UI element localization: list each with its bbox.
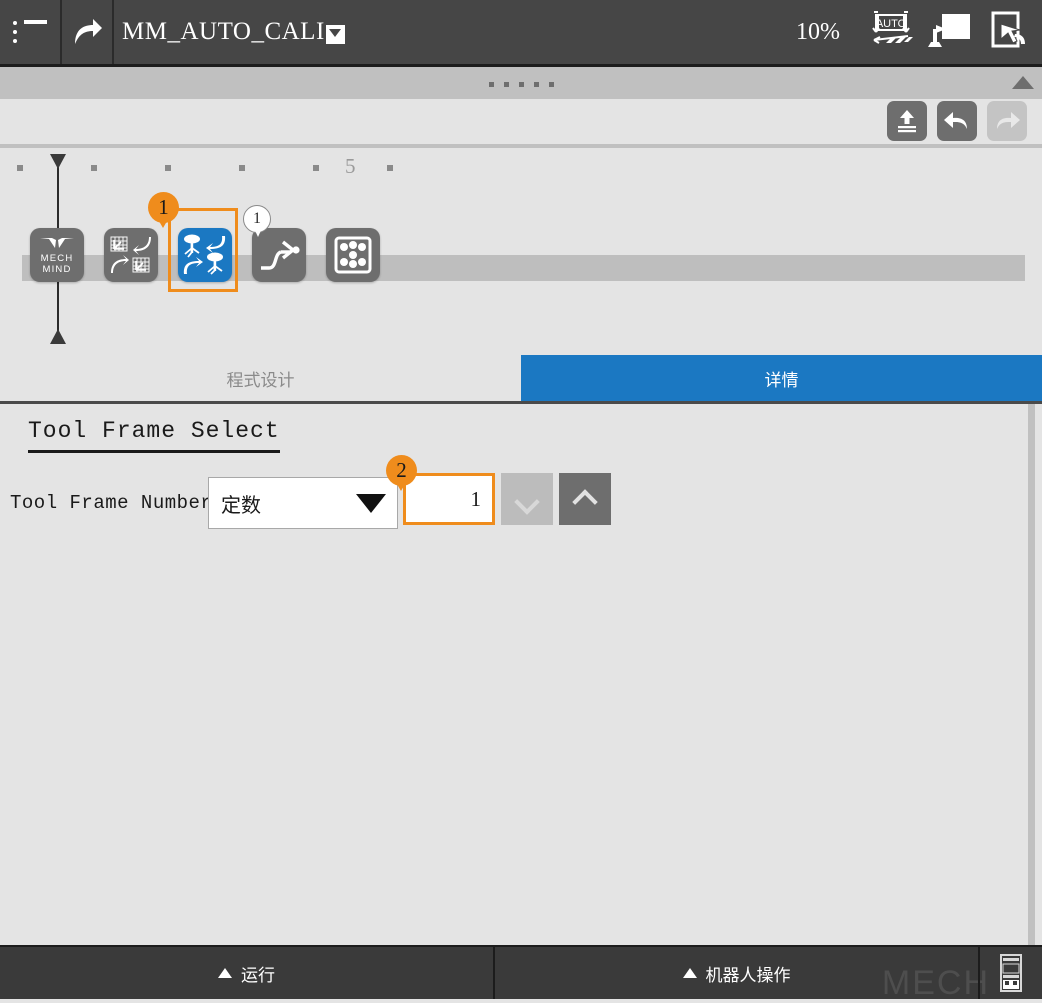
jog-panel-icon	[1000, 954, 1022, 992]
playhead-bottom-arrow-icon	[50, 329, 66, 344]
bottom-bar: MECH 运行 机器人操作	[0, 945, 1042, 1002]
playhead-top-arrow-icon	[50, 154, 66, 169]
panel-drag-handle[interactable]	[0, 64, 1042, 102]
chevron-down-icon	[515, 487, 539, 511]
ruler-tick	[17, 165, 23, 171]
tool-frame-number-input[interactable]: 1	[403, 473, 495, 525]
node-count-badge[interactable]: 1	[243, 205, 271, 237]
ruler-tick	[239, 165, 245, 171]
teach-pendant-button[interactable]	[920, 0, 978, 64]
hamburger-menu-icon	[13, 20, 47, 44]
teach-pendant-icon	[928, 14, 970, 47]
program-title: MM_AUTO_CALI	[122, 18, 325, 45]
annotation-badge-1: 1	[148, 192, 179, 228]
expand-up-arrow-icon	[218, 968, 232, 978]
top-bar: MM_AUTO_CALI 10% AUTO	[0, 0, 1042, 64]
speed-percent[interactable]: 10%	[796, 19, 840, 46]
jog-panel-button[interactable]	[980, 947, 1042, 999]
touch-screen-button[interactable]	[978, 0, 1036, 64]
edit-toolbar	[0, 99, 1042, 148]
auto-mode-icon: AUTO	[872, 11, 913, 44]
drag-dots-handle	[488, 82, 554, 87]
tool-frame-number-label: Tool Frame Number:	[10, 492, 225, 514]
mech-mind-label: MECH MIND	[40, 252, 74, 275]
teach-pendant-screen: MM_AUTO_CALI 10% AUTO 5 MECH MIND 1 1 程式…	[0, 0, 1042, 1002]
touch-screen-icon	[991, 11, 1025, 48]
ruler-tick	[165, 165, 171, 171]
stepper-decrement-button[interactable]	[501, 473, 553, 525]
dropdown-selected-value: 定数	[221, 494, 261, 517]
upload-icon	[898, 110, 916, 133]
auto-mode-button[interactable]: AUTO	[862, 0, 920, 64]
caret-down-icon[interactable]	[325, 24, 345, 44]
redo-icon	[997, 112, 1020, 129]
detail-tabs: 程式设计 详情	[0, 355, 1042, 404]
tab-details[interactable]: 详情	[521, 355, 1042, 401]
robot-operation-label: 机器人操作	[705, 965, 791, 985]
program-node-mech-mind[interactable]: MECH MIND	[30, 228, 84, 282]
share-arrow-icon	[75, 19, 102, 44]
upload-button[interactable]	[887, 101, 927, 141]
chevron-up-icon	[573, 487, 597, 511]
ruler-tick	[387, 165, 393, 171]
run-button[interactable]: 运行	[0, 947, 495, 999]
timeline-ruler: 5	[0, 154, 1042, 178]
collapse-up-arrow-icon[interactable]	[1012, 76, 1034, 89]
ruler-tick	[91, 165, 97, 171]
pallet-pattern-icon	[334, 236, 372, 274]
annotation-badge-2: 2	[386, 455, 417, 491]
mech-mind-logo-icon	[40, 237, 74, 248]
panel-section-title: Tool Frame Select	[28, 418, 280, 453]
coordinate-transform-icon	[110, 236, 151, 273]
share-button[interactable]	[62, 0, 114, 64]
stepper-increment-button[interactable]	[559, 473, 611, 525]
status-icon-group: 10% AUTO	[796, 0, 1042, 64]
undo-button[interactable]	[937, 101, 977, 141]
ruler-tick	[313, 165, 319, 171]
caret-down-icon	[356, 493, 386, 513]
program-node-pattern-grid[interactable]	[326, 228, 380, 282]
program-title-selector[interactable]: MM_AUTO_CALI	[114, 0, 796, 64]
expand-up-arrow-icon	[682, 968, 697, 978]
program-timeline-canvas[interactable]: 5 MECH MIND 1 1	[0, 148, 1042, 355]
tab-program-design[interactable]: 程式设计	[0, 355, 521, 401]
redo-button[interactable]	[987, 101, 1027, 141]
robot-operation-button[interactable]: 机器人操作	[495, 947, 980, 999]
tool-frame-number-dropdown[interactable]: 定数	[208, 477, 398, 529]
undo-icon	[944, 112, 967, 129]
program-node-list: MECH MIND	[0, 220, 1042, 290]
motion-path-icon	[261, 240, 300, 270]
program-node-frame-transform[interactable]	[104, 228, 158, 282]
ruler-label: 5	[345, 154, 356, 178]
svg-text:AUTO: AUTO	[876, 18, 907, 30]
selected-node-outline	[168, 208, 238, 292]
run-label: 运行	[241, 965, 275, 985]
main-menu-button[interactable]	[0, 0, 62, 64]
